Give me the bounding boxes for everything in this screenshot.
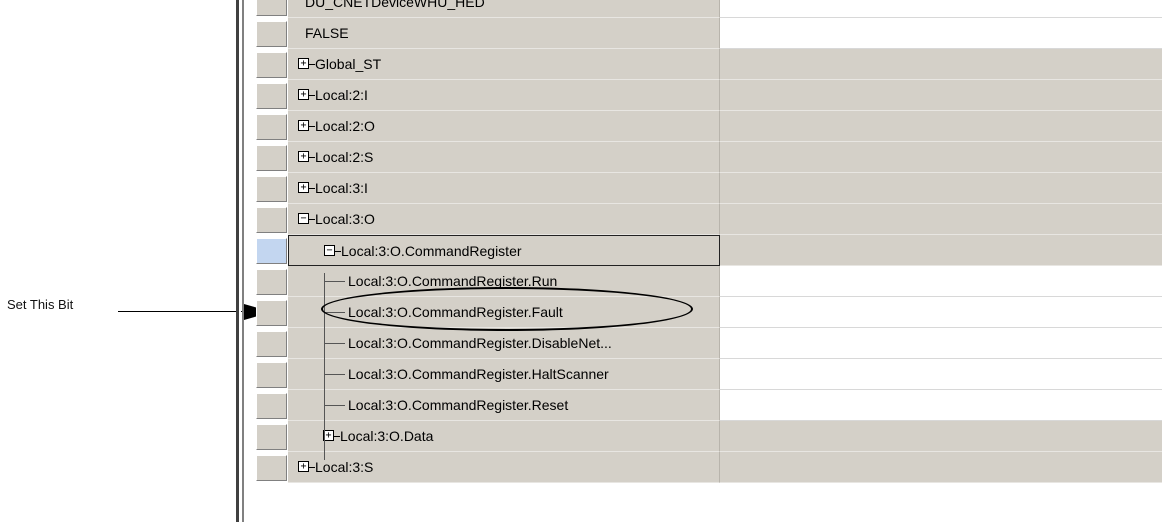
tag-value-cell[interactable]	[720, 266, 1162, 297]
row-header[interactable]	[256, 331, 287, 357]
tag-grid: DU_CNETDeviceWHU_HED FALSE + Global_ST + Loca…	[236, 0, 1162, 522]
tag-value-cell[interactable]	[720, 49, 1162, 80]
tag-value-cell[interactable]	[720, 80, 1162, 111]
tag-name-cell[interactable]: + Global_ST	[288, 49, 720, 80]
collapse-icon[interactable]: −	[324, 245, 335, 256]
tag-name-cell[interactable]: Local:3:O.CommandRegister.HaltScanner	[288, 359, 720, 390]
tag-value-cell[interactable]	[720, 204, 1162, 235]
grid-left-border-inner	[242, 0, 244, 522]
tag-name-cell[interactable]: − Local:3:O	[288, 204, 720, 235]
tag-row[interactable]: DU_CNETDeviceWHU_HED	[246, 0, 1162, 18]
tree-line-commandregister	[324, 273, 325, 460]
tag-name-label: Local:3:O.CommandRegister.DisableNet...	[348, 335, 612, 351]
tree-connector	[325, 343, 345, 344]
tag-name-cell[interactable]: + Local:3:O.Data	[288, 421, 720, 452]
grid-left-border	[236, 0, 241, 522]
tag-name-cell[interactable]: + Local:2:S	[288, 142, 720, 173]
tag-value-cell[interactable]	[720, 297, 1162, 328]
tag-value-cell[interactable]	[720, 390, 1162, 421]
expand-icon[interactable]: +	[298, 89, 309, 100]
tree-connector	[325, 281, 345, 282]
tag-name-label: Local:3:I	[315, 180, 368, 196]
tag-name-cell[interactable]: + Local:3:I	[288, 173, 720, 204]
tag-name-cell[interactable]: FALSE	[288, 18, 720, 49]
tag-name-label: FALSE	[305, 25, 349, 41]
expand-icon[interactable]: +	[298, 120, 309, 131]
highlight-ellipse	[321, 287, 693, 331]
tag-value-cell[interactable]	[720, 359, 1162, 390]
tag-value-cell[interactable]	[720, 173, 1162, 204]
tag-row[interactable]: Local:3:O.CommandRegister.HaltScanner	[246, 359, 1162, 390]
row-header[interactable]	[256, 455, 287, 481]
tag-name-label: DU_CNETDeviceWHU_HED	[305, 0, 485, 10]
row-header[interactable]	[256, 238, 287, 264]
tag-name-label: Local:2:S	[315, 149, 374, 165]
tag-name-label: Local:3:O.CommandRegister	[341, 243, 522, 259]
tag-name-cell[interactable]: + Local:2:O	[288, 111, 720, 142]
tag-value-cell[interactable]	[720, 235, 1162, 266]
tag-row[interactable]: + Local:3:I	[246, 173, 1162, 204]
expand-icon[interactable]: +	[298, 58, 309, 69]
tag-name-label: Local:3:O	[315, 211, 375, 227]
tag-row[interactable]: − Local:3:O	[246, 204, 1162, 235]
row-header[interactable]	[256, 21, 287, 47]
tag-row[interactable]: + Local:2:I	[246, 80, 1162, 111]
tag-name-cell[interactable]: − Local:3:O.CommandRegister	[288, 235, 720, 266]
row-header[interactable]	[256, 114, 287, 140]
tag-name-cell[interactable]: Local:3:O.CommandRegister.Reset	[288, 390, 720, 421]
tree-connector	[325, 374, 345, 375]
tag-row[interactable]: + Global_ST	[246, 49, 1162, 80]
tag-value-cell[interactable]	[720, 0, 1162, 18]
tag-name-label: Local:3:O.Data	[340, 428, 434, 444]
tag-value-cell[interactable]	[720, 142, 1162, 173]
tag-row[interactable]: + Local:3:O.Data	[246, 421, 1162, 452]
tag-row[interactable]: FALSE	[246, 18, 1162, 49]
callout-arrow-line	[118, 311, 248, 312]
tag-row[interactable]: − Local:3:O.CommandRegister	[246, 235, 1162, 266]
tag-name-label: Local:3:S	[315, 459, 374, 475]
tag-value-cell[interactable]	[720, 421, 1162, 452]
tag-name-label: Local:2:O	[315, 118, 375, 134]
tag-row[interactable]: Local:3:O.CommandRegister.DisableNet...	[246, 328, 1162, 359]
tree-connector	[325, 405, 345, 406]
row-header[interactable]	[256, 145, 287, 171]
row-header[interactable]	[256, 83, 287, 109]
tag-value-cell[interactable]	[720, 18, 1162, 49]
tag-name-label: Local:3:O.CommandRegister.HaltScanner	[348, 366, 609, 382]
tag-name-label: Local:3:O.CommandRegister.Reset	[348, 397, 569, 413]
callout-label: Set This Bit	[7, 297, 74, 312]
row-header[interactable]	[256, 52, 287, 78]
expand-icon[interactable]: +	[298, 151, 309, 162]
row-header[interactable]	[256, 207, 287, 233]
row-header[interactable]	[256, 393, 287, 419]
row-header[interactable]	[256, 424, 287, 450]
tag-name-label: Local:2:I	[315, 87, 368, 103]
tag-name-label: Global_ST	[315, 56, 382, 72]
tag-name-cell[interactable]: Local:3:O.CommandRegister.DisableNet...	[288, 328, 720, 359]
tag-name-cell[interactable]: + Local:3:S	[288, 452, 720, 483]
tag-name-cell[interactable]: DU_CNETDeviceWHU_HED	[288, 0, 720, 18]
tag-value-cell[interactable]	[720, 452, 1162, 483]
expand-icon[interactable]: +	[298, 461, 309, 472]
tag-value-cell[interactable]	[720, 328, 1162, 359]
tag-row[interactable]: + Local:3:S	[246, 452, 1162, 483]
tag-name-cell[interactable]: + Local:2:I	[288, 80, 720, 111]
row-header[interactable]	[256, 0, 287, 16]
tag-row[interactable]: Local:3:O.CommandRegister.Reset	[246, 390, 1162, 421]
row-header[interactable]	[256, 300, 287, 326]
expand-icon[interactable]: +	[298, 182, 309, 193]
tag-value-cell[interactable]	[720, 111, 1162, 142]
row-header[interactable]	[256, 362, 287, 388]
tag-row[interactable]: + Local:2:S	[246, 142, 1162, 173]
collapse-icon[interactable]: −	[298, 213, 309, 224]
row-header[interactable]	[256, 176, 287, 202]
tag-row[interactable]: + Local:2:O	[246, 111, 1162, 142]
row-header[interactable]	[256, 269, 287, 295]
